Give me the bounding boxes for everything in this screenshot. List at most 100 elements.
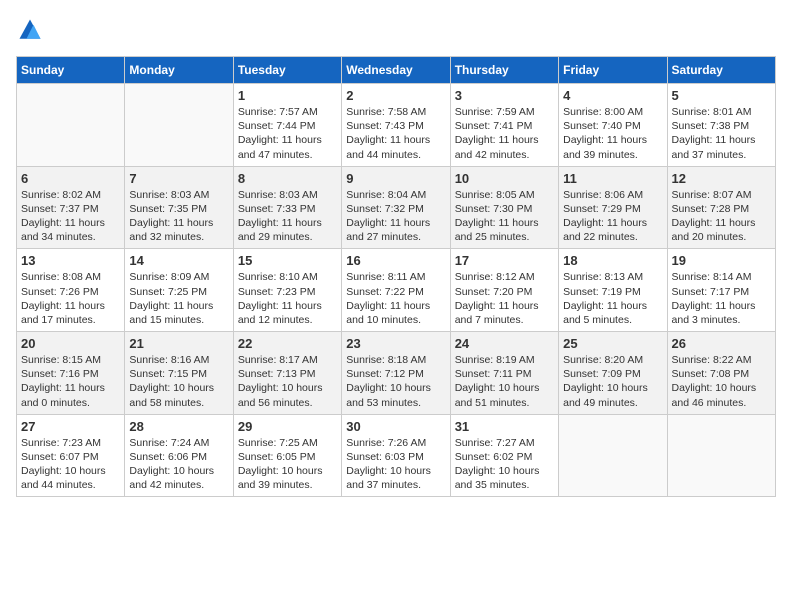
calendar-week-row: 1 Sunrise: 7:57 AM Sunset: 7:44 PM Daylig… bbox=[17, 84, 776, 167]
calendar-cell: 9 Sunrise: 8:04 AM Sunset: 7:32 PM Daylig… bbox=[342, 166, 450, 249]
cell-content: Sunrise: 8:12 AM Sunset: 7:20 PM Dayligh… bbox=[455, 270, 554, 327]
day-number: 24 bbox=[455, 336, 554, 351]
calendar-cell: 16 Sunrise: 8:11 AM Sunset: 7:22 PM Dayli… bbox=[342, 249, 450, 332]
day-number: 7 bbox=[129, 171, 228, 186]
calendar-cell: 10 Sunrise: 8:05 AM Sunset: 7:30 PM Dayli… bbox=[450, 166, 558, 249]
cell-content: Sunrise: 8:00 AM Sunset: 7:40 PM Dayligh… bbox=[563, 105, 662, 162]
calendar-cell: 17 Sunrise: 8:12 AM Sunset: 7:20 PM Dayli… bbox=[450, 249, 558, 332]
day-number: 15 bbox=[238, 253, 337, 268]
cell-content: Sunrise: 7:24 AM Sunset: 6:06 PM Dayligh… bbox=[129, 436, 228, 493]
day-number: 11 bbox=[563, 171, 662, 186]
calendar-cell: 6 Sunrise: 8:02 AM Sunset: 7:37 PM Daylig… bbox=[17, 166, 125, 249]
day-number: 20 bbox=[21, 336, 120, 351]
calendar-cell: 8 Sunrise: 8:03 AM Sunset: 7:33 PM Daylig… bbox=[233, 166, 341, 249]
logo-icon bbox=[16, 16, 44, 44]
logo bbox=[16, 16, 48, 44]
calendar-cell bbox=[667, 414, 775, 497]
calendar-cell: 13 Sunrise: 8:08 AM Sunset: 7:26 PM Dayli… bbox=[17, 249, 125, 332]
day-number: 23 bbox=[346, 336, 445, 351]
cell-content: Sunrise: 8:14 AM Sunset: 7:17 PM Dayligh… bbox=[672, 270, 771, 327]
col-header-thursday: Thursday bbox=[450, 57, 558, 84]
day-number: 25 bbox=[563, 336, 662, 351]
calendar-cell: 18Sunrise: 8:13 AM Sunset: 7:19 PM Dayli… bbox=[559, 249, 667, 332]
cell-content: Sunrise: 8:19 AM Sunset: 7:11 PM Dayligh… bbox=[455, 353, 554, 410]
calendar-cell bbox=[559, 414, 667, 497]
cell-content: Sunrise: 8:11 AM Sunset: 7:22 PM Dayligh… bbox=[346, 270, 445, 327]
day-number: 19 bbox=[672, 253, 771, 268]
cell-content: Sunrise: 8:15 AM Sunset: 7:16 PM Dayligh… bbox=[21, 353, 120, 410]
day-number: 27 bbox=[21, 419, 120, 434]
day-number: 21 bbox=[129, 336, 228, 351]
calendar-cell: 15 Sunrise: 8:10 AM Sunset: 7:23 PM Dayli… bbox=[233, 249, 341, 332]
cell-content: Sunrise: 7:23 AM Sunset: 6:07 PM Dayligh… bbox=[21, 436, 120, 493]
cell-content: Sunrise: 8:17 AM Sunset: 7:13 PM Dayligh… bbox=[238, 353, 337, 410]
day-number: 3 bbox=[455, 88, 554, 103]
col-header-sunday: Sunday bbox=[17, 57, 125, 84]
day-number: 29 bbox=[238, 419, 337, 434]
cell-content: Sunrise: 7:25 AM Sunset: 6:05 PM Dayligh… bbox=[238, 436, 337, 493]
cell-content: Sunrise: 8:03 AM Sunset: 7:33 PM Dayligh… bbox=[238, 188, 337, 245]
day-number: 31 bbox=[455, 419, 554, 434]
calendar-cell: 26 Sunrise: 8:22 AM Sunset: 7:08 PM Dayli… bbox=[667, 332, 775, 415]
day-number: 16 bbox=[346, 253, 445, 268]
day-number: 18 bbox=[563, 253, 662, 268]
day-number: 10 bbox=[455, 171, 554, 186]
col-header-monday: Monday bbox=[125, 57, 233, 84]
calendar-cell: 29 Sunrise: 7:25 AM Sunset: 6:05 PM Dayli… bbox=[233, 414, 341, 497]
day-number: 5 bbox=[672, 88, 771, 103]
calendar-week-row: 27 Sunrise: 7:23 AM Sunset: 6:07 PM Dayli… bbox=[17, 414, 776, 497]
day-number: 26 bbox=[672, 336, 771, 351]
col-header-friday: Friday bbox=[559, 57, 667, 84]
calendar-cell bbox=[125, 84, 233, 167]
cell-content: Sunrise: 8:16 AM Sunset: 7:15 PM Dayligh… bbox=[129, 353, 228, 410]
cell-content: Sunrise: 8:09 AM Sunset: 7:25 PM Dayligh… bbox=[129, 270, 228, 327]
calendar-cell: 25 Sunrise: 8:20 AM Sunset: 7:09 PM Dayli… bbox=[559, 332, 667, 415]
day-number: 9 bbox=[346, 171, 445, 186]
cell-content: Sunrise: 8:08 AM Sunset: 7:26 PM Dayligh… bbox=[21, 270, 120, 327]
cell-content: Sunrise: 8:04 AM Sunset: 7:32 PM Dayligh… bbox=[346, 188, 445, 245]
col-header-wednesday: Wednesday bbox=[342, 57, 450, 84]
day-number: 22 bbox=[238, 336, 337, 351]
day-number: 12 bbox=[672, 171, 771, 186]
day-number: 6 bbox=[21, 171, 120, 186]
calendar-cell: 1 Sunrise: 7:57 AM Sunset: 7:44 PM Daylig… bbox=[233, 84, 341, 167]
calendar-cell: 23 Sunrise: 8:18 AM Sunset: 7:12 PM Dayli… bbox=[342, 332, 450, 415]
calendar-cell: 22 Sunrise: 8:17 AM Sunset: 7:13 PM Dayli… bbox=[233, 332, 341, 415]
cell-content: Sunrise: 7:26 AM Sunset: 6:03 PM Dayligh… bbox=[346, 436, 445, 493]
calendar-cell: 7 Sunrise: 8:03 AM Sunset: 7:35 PM Daylig… bbox=[125, 166, 233, 249]
calendar-cell: 14Sunrise: 8:09 AM Sunset: 7:25 PM Dayli… bbox=[125, 249, 233, 332]
calendar-cell: 24 Sunrise: 8:19 AM Sunset: 7:11 PM Dayli… bbox=[450, 332, 558, 415]
page-header bbox=[16, 16, 776, 44]
calendar-cell: 3 Sunrise: 7:59 AM Sunset: 7:41 PM Daylig… bbox=[450, 84, 558, 167]
cell-content: Sunrise: 7:57 AM Sunset: 7:44 PM Dayligh… bbox=[238, 105, 337, 162]
cell-content: Sunrise: 8:18 AM Sunset: 7:12 PM Dayligh… bbox=[346, 353, 445, 410]
calendar-week-row: 13 Sunrise: 8:08 AM Sunset: 7:26 PM Dayli… bbox=[17, 249, 776, 332]
calendar-cell bbox=[17, 84, 125, 167]
calendar-cell: 19 Sunrise: 8:14 AM Sunset: 7:17 PM Dayli… bbox=[667, 249, 775, 332]
cell-content: Sunrise: 8:05 AM Sunset: 7:30 PM Dayligh… bbox=[455, 188, 554, 245]
calendar-table: SundayMondayTuesdayWednesdayThursdayFrid… bbox=[16, 56, 776, 497]
calendar-cell: 5Sunrise: 8:01 AM Sunset: 7:38 PM Daylig… bbox=[667, 84, 775, 167]
cell-content: Sunrise: 8:06 AM Sunset: 7:29 PM Dayligh… bbox=[563, 188, 662, 245]
day-number: 1 bbox=[238, 88, 337, 103]
day-number: 13 bbox=[21, 253, 120, 268]
cell-content: Sunrise: 7:59 AM Sunset: 7:41 PM Dayligh… bbox=[455, 105, 554, 162]
calendar-week-row: 20 Sunrise: 8:15 AM Sunset: 7:16 PM Dayli… bbox=[17, 332, 776, 415]
cell-content: Sunrise: 7:27 AM Sunset: 6:02 PM Dayligh… bbox=[455, 436, 554, 493]
day-number: 17 bbox=[455, 253, 554, 268]
calendar-cell: 30Sunrise: 7:26 AM Sunset: 6:03 PM Dayli… bbox=[342, 414, 450, 497]
calendar-cell: 21 Sunrise: 8:16 AM Sunset: 7:15 PM Dayli… bbox=[125, 332, 233, 415]
col-header-tuesday: Tuesday bbox=[233, 57, 341, 84]
cell-content: Sunrise: 8:22 AM Sunset: 7:08 PM Dayligh… bbox=[672, 353, 771, 410]
calendar-cell: 12 Sunrise: 8:07 AM Sunset: 7:28 PM Dayli… bbox=[667, 166, 775, 249]
calendar-week-row: 6 Sunrise: 8:02 AM Sunset: 7:37 PM Daylig… bbox=[17, 166, 776, 249]
cell-content: Sunrise: 8:07 AM Sunset: 7:28 PM Dayligh… bbox=[672, 188, 771, 245]
cell-content: Sunrise: 8:03 AM Sunset: 7:35 PM Dayligh… bbox=[129, 188, 228, 245]
calendar-cell: 20 Sunrise: 8:15 AM Sunset: 7:16 PM Dayli… bbox=[17, 332, 125, 415]
day-number: 8 bbox=[238, 171, 337, 186]
cell-content: Sunrise: 8:10 AM Sunset: 7:23 PM Dayligh… bbox=[238, 270, 337, 327]
calendar-cell: 2Sunrise: 7:58 AM Sunset: 7:43 PM Daylig… bbox=[342, 84, 450, 167]
cell-content: Sunrise: 8:20 AM Sunset: 7:09 PM Dayligh… bbox=[563, 353, 662, 410]
calendar-header-row: SundayMondayTuesdayWednesdayThursdayFrid… bbox=[17, 57, 776, 84]
cell-content: Sunrise: 8:02 AM Sunset: 7:37 PM Dayligh… bbox=[21, 188, 120, 245]
